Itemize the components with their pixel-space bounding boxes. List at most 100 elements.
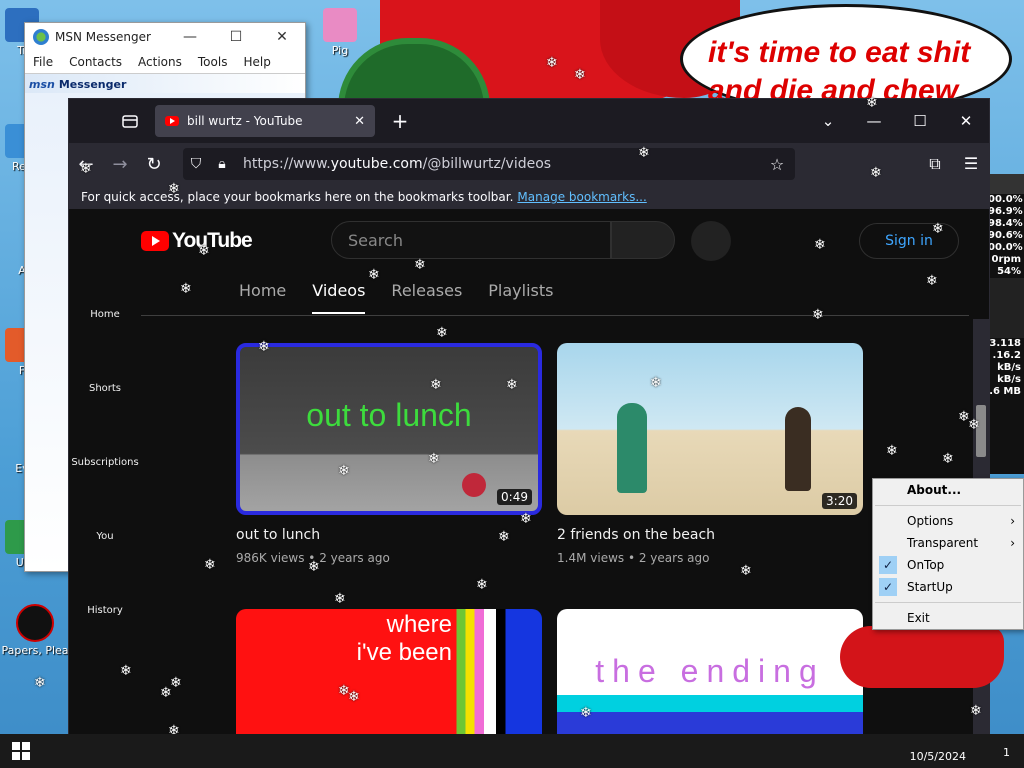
tab-releases[interactable]: Releases bbox=[391, 281, 462, 314]
windows-logo-icon bbox=[12, 742, 20, 750]
msn-menu-bar: File Contacts Actions Tools Help bbox=[25, 51, 305, 74]
menu-file[interactable]: File bbox=[33, 55, 53, 69]
menu-item-about[interactable]: About... bbox=[873, 479, 1023, 501]
video-card[interactable]: the ending bbox=[557, 609, 863, 753]
extensions-icon[interactable]: ⧉ bbox=[917, 154, 953, 174]
maximize-button[interactable]: ☐ bbox=[897, 112, 943, 130]
menu-actions[interactable]: Actions bbox=[138, 55, 182, 69]
gauge-readout: kB/s bbox=[997, 374, 1021, 385]
video-title[interactable]: out to lunch bbox=[236, 527, 542, 543]
tab-title: bill wurtz - YouTube bbox=[187, 114, 303, 128]
maximize-button[interactable]: ☐ bbox=[213, 29, 259, 45]
voice-search-button[interactable] bbox=[691, 221, 731, 261]
lock-icon[interactable]: 🔒︎ bbox=[209, 156, 235, 172]
close-tab-icon[interactable]: ✕ bbox=[354, 114, 365, 129]
desktop-icon-papers-please[interactable]: Papers, Plea bbox=[0, 604, 70, 657]
snowflake-icon: ❄ bbox=[430, 377, 442, 393]
youtube-logo[interactable]: YouTube bbox=[141, 229, 253, 253]
windows-logo-icon bbox=[12, 752, 20, 760]
chevron-right-icon: › bbox=[1010, 536, 1015, 550]
windows-logo-icon bbox=[22, 742, 30, 750]
video-thumbnail[interactable]: the ending bbox=[557, 609, 863, 753]
gauge-readout: 90.6% bbox=[988, 230, 1023, 241]
figure-graphic bbox=[785, 407, 811, 491]
close-button[interactable]: ✕ bbox=[943, 112, 989, 130]
menu-item-options[interactable]: Options › bbox=[873, 510, 1023, 532]
start-button[interactable] bbox=[12, 742, 30, 760]
bookmarks-toolbar: For quick access, place your bookmarks h… bbox=[69, 185, 989, 209]
list-all-tabs-icon[interactable]: ⌄ bbox=[805, 112, 851, 130]
snowflake-icon: ❄ bbox=[870, 165, 882, 181]
papers-please-icon bbox=[16, 604, 54, 642]
youtube-favicon-icon bbox=[165, 116, 179, 126]
tab-bill-wurtz-youtube[interactable]: bill wurtz - YouTube ✕ bbox=[155, 105, 375, 137]
taskbar-date[interactable]: 10/5/2024 bbox=[910, 750, 966, 763]
close-button[interactable]: ✕ bbox=[259, 29, 305, 45]
notification-count[interactable]: 1 bbox=[1003, 746, 1010, 759]
msn-buddy-icon bbox=[33, 29, 49, 45]
snowflake-icon: ❄ bbox=[368, 267, 380, 283]
tab-videos[interactable]: Videos bbox=[312, 281, 366, 314]
snowflake-icon: ❄ bbox=[34, 675, 46, 691]
menu-tools[interactable]: Tools bbox=[198, 55, 228, 69]
video-thumbnail[interactable]: out to lunch 0:49 bbox=[236, 343, 542, 515]
video-thumbnail[interactable]: where i've been bbox=[236, 609, 542, 753]
sidebar-item-you[interactable]: You bbox=[69, 531, 141, 605]
snowflake-icon: ❄ bbox=[580, 705, 592, 721]
sidebar-item-home[interactable]: Home bbox=[69, 309, 141, 383]
gauge-readout: 96.9% bbox=[988, 206, 1023, 217]
snowflake-icon: ❄ bbox=[160, 685, 172, 701]
snowflake-icon: ❄ bbox=[970, 703, 982, 719]
sidebar-item-shorts[interactable]: Shorts bbox=[69, 383, 141, 457]
menu-item-transparent[interactable]: Transparent › bbox=[873, 532, 1023, 554]
video-title[interactable]: 2 friends on the beach bbox=[557, 527, 863, 543]
video-thumbnail[interactable]: 3:20 bbox=[557, 343, 863, 515]
menu-help[interactable]: Help bbox=[243, 55, 270, 69]
reload-button[interactable]: ↻ bbox=[137, 154, 171, 175]
tab-home[interactable]: Home bbox=[239, 281, 286, 314]
snowflake-icon: ❄ bbox=[546, 55, 558, 71]
menu-item-label: About... bbox=[907, 483, 962, 497]
sidebar-item-subscriptions[interactable]: Subscriptions bbox=[69, 457, 141, 531]
desktop-icon-pig[interactable]: Pig bbox=[318, 8, 362, 57]
minimize-button[interactable]: — bbox=[167, 29, 213, 45]
gauge-readout: 00.0% bbox=[988, 194, 1023, 205]
snowflake-icon: ❄ bbox=[814, 237, 826, 253]
video-age: 2 years ago bbox=[638, 551, 710, 565]
msn-title-bar[interactable]: MSN Messenger — ☐ ✕ bbox=[25, 23, 305, 51]
minimize-button[interactable]: — bbox=[851, 112, 897, 130]
menu-item-label: Exit bbox=[907, 611, 930, 625]
menu-item-exit[interactable]: Exit bbox=[873, 607, 1023, 629]
firefox-view-button[interactable] bbox=[113, 107, 147, 135]
taskbar: 10/5/2024 1 bbox=[0, 734, 1024, 768]
forward-button[interactable]: → bbox=[103, 154, 137, 175]
system-monitor-gauge: 00.0% 96.9% 98.4% 90.6% 00.0% 0rpm 54% 3… bbox=[988, 174, 1024, 474]
url-bar[interactable]: ⛉ 🔒︎ https://www.youtube.com/@billwurtz/… bbox=[183, 148, 795, 180]
ball-graphic bbox=[462, 473, 486, 497]
youtube-sidebar: Home Shorts Subscriptions You History bbox=[69, 309, 141, 679]
menu-item-ontop[interactable]: ✓ OnTop bbox=[873, 554, 1023, 576]
search-input[interactable]: Search bbox=[331, 221, 611, 259]
shield-icon[interactable]: ⛉ bbox=[183, 156, 209, 172]
bookmark-star-icon[interactable]: ☆ bbox=[759, 155, 795, 174]
desktop-icon-label: Papers, Plea bbox=[1, 644, 69, 657]
search-button[interactable] bbox=[611, 221, 675, 259]
sign-in-button[interactable]: Sign in bbox=[859, 223, 959, 259]
firefox-view-icon bbox=[122, 115, 138, 128]
gauge-scroll-up[interactable] bbox=[988, 174, 1024, 194]
video-card[interactable]: where i've been bbox=[236, 609, 542, 753]
menu-item-startup[interactable]: ✓ StartUp bbox=[873, 576, 1023, 598]
video-card[interactable]: out to lunch 0:49 out to lunch 986K view… bbox=[236, 343, 542, 565]
menu-contacts[interactable]: Contacts bbox=[69, 55, 122, 69]
snowflake-icon: ❄ bbox=[428, 451, 440, 467]
video-meta: 986K views • 2 years ago bbox=[236, 551, 390, 565]
snowflake-icon: ❄ bbox=[436, 325, 448, 341]
new-tab-button[interactable]: + bbox=[385, 109, 415, 133]
video-card[interactable]: 3:20 2 friends on the beach 1.4M views •… bbox=[557, 343, 863, 565]
sled-decoration bbox=[840, 626, 1004, 688]
menu-item-label: StartUp bbox=[907, 580, 953, 594]
manage-bookmarks-link[interactable]: Manage bookmarks... bbox=[517, 190, 646, 204]
menu-hamburger-icon[interactable]: ☰ bbox=[953, 154, 989, 174]
tab-playlists[interactable]: Playlists bbox=[488, 281, 553, 314]
msn-logo: msn bbox=[29, 77, 55, 91]
